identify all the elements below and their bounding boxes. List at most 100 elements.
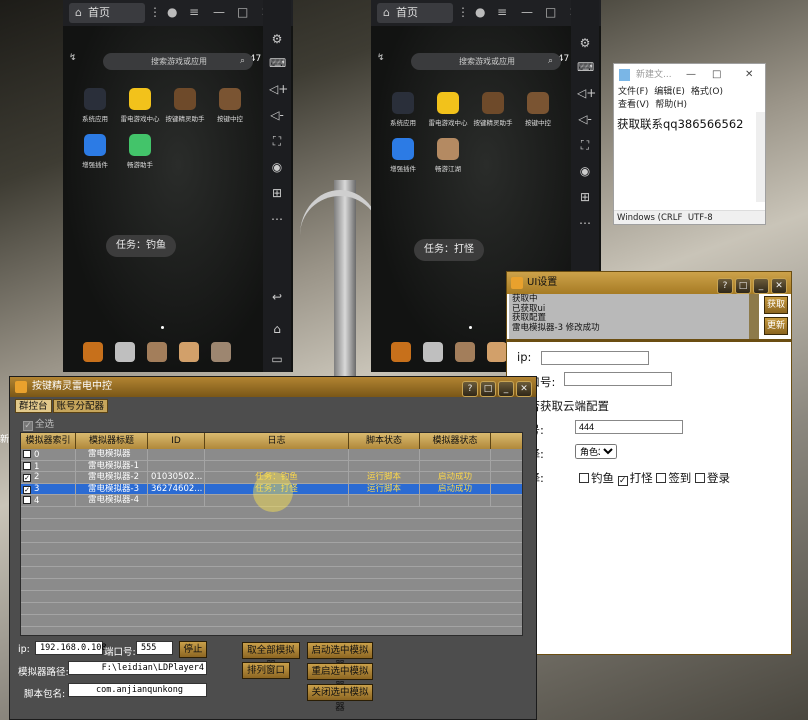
seq-input[interactable] bbox=[575, 420, 683, 434]
table-row[interactable]: 0 雷电模拟器 bbox=[21, 449, 522, 461]
app-anjian-control[interactable]: 按键中控 bbox=[210, 88, 250, 123]
search-bar[interactable]: 搜索游戏或应用 ⌕ bbox=[103, 53, 253, 70]
ip-input[interactable] bbox=[541, 351, 649, 365]
menu-format[interactable]: 格式(O) bbox=[691, 87, 723, 97]
minimize-icon[interactable]: _ bbox=[753, 278, 769, 294]
keyboard-icon[interactable]: ⌨ bbox=[269, 56, 286, 72]
task-signin-checkbox[interactable]: 签到 bbox=[656, 471, 691, 485]
add-icon[interactable]: ⊞ bbox=[577, 190, 593, 206]
menu-file[interactable]: 文件(F) bbox=[618, 87, 648, 97]
ui-log-box[interactable]: 获取中 已获取ui 获取配置 雷电模拟器-3 修改成功 bbox=[509, 294, 759, 339]
minimize-icon[interactable]: — bbox=[686, 64, 696, 86]
ip-input[interactable]: 192.168.0.108 bbox=[35, 641, 107, 655]
col-id[interactable]: ID bbox=[148, 433, 205, 449]
more-icon[interactable]: ⋮ bbox=[457, 5, 469, 19]
search-bar[interactable]: 搜索游戏或应用 ⌕ bbox=[411, 53, 561, 70]
volume-down-icon[interactable]: ◁- bbox=[577, 112, 593, 128]
row-checkbox[interactable] bbox=[23, 450, 31, 458]
app-system[interactable]: 系统应用 bbox=[383, 92, 423, 127]
update-button[interactable]: 更新 bbox=[764, 317, 788, 335]
notepad-text[interactable]: 获取联系qq386566562 bbox=[617, 116, 743, 132]
log-scrollbar[interactable] bbox=[749, 294, 759, 339]
keyboard-icon[interactable]: ⌨ bbox=[577, 60, 594, 76]
emulator-table[interactable]: 模拟器索引 模拟器标题 ID 日志 脚本状态 模拟器状态 0 雷电模拟器 1 雷… bbox=[20, 432, 523, 636]
package-input[interactable]: com.anjianqunkong bbox=[68, 683, 207, 697]
add-icon[interactable]: ⊞ bbox=[269, 186, 285, 202]
tab-account-allocator[interactable]: 账号分配器 bbox=[52, 399, 109, 413]
restore-icon[interactable]: □ bbox=[480, 381, 496, 397]
settings-icon[interactable]: ⚙ bbox=[577, 36, 593, 52]
notepad-window[interactable]: 新建文... — □ ✕ 文件(F) 编辑(E) 格式(O) 查看(V) 帮助(H) … bbox=[613, 63, 766, 225]
app-game-center[interactable]: 雷电游戏中心 bbox=[428, 92, 468, 127]
close-icon[interactable]: ✕ bbox=[516, 381, 532, 397]
get-button[interactable]: 获取 bbox=[764, 296, 788, 314]
dock-app-1[interactable] bbox=[391, 342, 411, 362]
close-icon[interactable]: ✕ bbox=[771, 278, 787, 294]
row-checkbox[interactable]: ✓ bbox=[23, 474, 31, 482]
dock-app-2[interactable] bbox=[423, 342, 443, 362]
col-log[interactable]: 日志 bbox=[205, 433, 349, 449]
task-login-checkbox[interactable]: 登录 bbox=[694, 471, 730, 485]
help-icon[interactable]: ? bbox=[717, 278, 733, 294]
app-game-center[interactable]: 雷电游戏中心 bbox=[120, 88, 160, 123]
row-checkbox[interactable]: ✓ bbox=[23, 485, 31, 494]
select-all-checkbox[interactable]: 全选 bbox=[23, 416, 54, 431]
dock-app-4[interactable] bbox=[179, 342, 199, 362]
tab-group-control[interactable]: 群控台 bbox=[15, 399, 52, 413]
account-icon[interactable]: ● bbox=[167, 5, 177, 19]
dock-app-3[interactable] bbox=[147, 342, 167, 362]
minimize-icon[interactable]: _ bbox=[498, 381, 514, 397]
menu-icon[interactable]: ≡ bbox=[189, 5, 199, 19]
dock-app-2[interactable] bbox=[115, 342, 135, 362]
fullscreen-icon[interactable]: ⛶ bbox=[577, 138, 593, 154]
close-icon[interactable]: ✕ bbox=[745, 64, 753, 86]
app-changyou[interactable]: 畅游助手 bbox=[120, 134, 160, 169]
menu-view[interactable]: 查看(V) bbox=[618, 100, 649, 110]
app-anjian[interactable]: 按键精灵助手 bbox=[165, 88, 205, 123]
arrange-windows-button[interactable]: 排列窗口 bbox=[242, 662, 290, 679]
close-selected-button[interactable]: 关闭选中模拟器 bbox=[307, 684, 373, 713]
menu-icon[interactable]: ≡ bbox=[497, 5, 507, 19]
maximize-icon[interactable]: □ bbox=[237, 5, 248, 19]
home-tab[interactable]: ⌂ 首页 bbox=[69, 3, 145, 23]
maximize-icon[interactable]: □ bbox=[712, 64, 721, 86]
role-select[interactable]: 角色3 bbox=[575, 444, 617, 459]
restart-selected-button[interactable]: 重启选中模拟器 bbox=[307, 663, 373, 692]
start-selected-button[interactable]: 启动选中模拟器 bbox=[307, 642, 373, 671]
app-anjian[interactable]: 按键精灵助手 bbox=[473, 92, 513, 127]
dock-app-1[interactable] bbox=[83, 342, 103, 362]
more-tools-icon[interactable]: ⋯ bbox=[577, 216, 593, 232]
menu-edit[interactable]: 编辑(E) bbox=[654, 87, 685, 97]
dock-app-4[interactable] bbox=[487, 342, 507, 362]
emulator-window-left[interactable]: ⌂首页 ⋮ ● ≡ — □ ✕ ↯ 2:47 搜索游戏或应用 ⌕ 系统应用 雷电… bbox=[63, 0, 293, 372]
record-icon[interactable]: ◉ bbox=[577, 164, 593, 180]
emulator-screen[interactable]: ↯ 2:47 搜索游戏或应用 ⌕ 系统应用 雷电游戏中心 按键精灵助手 按键中控… bbox=[63, 26, 293, 372]
maximize-icon[interactable]: □ bbox=[545, 5, 556, 19]
account-icon[interactable]: ● bbox=[475, 5, 485, 19]
minimize-icon[interactable]: — bbox=[521, 5, 533, 19]
get-all-emulators-button[interactable]: 取全部模拟器 bbox=[242, 642, 300, 671]
dock-app-3[interactable] bbox=[455, 342, 475, 362]
minimize-icon[interactable]: — bbox=[213, 5, 225, 19]
app-anjian-control[interactable]: 按键中控 bbox=[518, 92, 558, 127]
app-plugin[interactable]: 增强插件 bbox=[383, 138, 423, 173]
home-tab[interactable]: ⌂ 首页 bbox=[377, 3, 453, 23]
volume-up-icon[interactable]: ◁+ bbox=[577, 86, 596, 102]
more-tools-icon[interactable]: ⋯ bbox=[269, 212, 285, 228]
task-monster-checkbox[interactable]: 打怪 bbox=[617, 471, 653, 486]
dock-app-5[interactable] bbox=[211, 342, 231, 362]
settings-icon[interactable]: ⚙ bbox=[269, 32, 285, 48]
row-checkbox[interactable] bbox=[23, 461, 31, 470]
row-checkbox[interactable] bbox=[23, 496, 31, 504]
notepad-scrollbar[interactable] bbox=[756, 112, 765, 202]
port-input[interactable]: 555 bbox=[136, 641, 173, 655]
col-index[interactable]: 模拟器索引 bbox=[21, 433, 76, 449]
main-control-window[interactable]: 按键精灵雷电中控 ?□_✕ 群控台账号分配器 全选 模拟器索引 模拟器标题 ID… bbox=[9, 376, 537, 720]
menu-help[interactable]: 帮助(H) bbox=[655, 100, 687, 110]
col-emulator-status[interactable]: 模拟器状态 bbox=[420, 433, 491, 449]
path-input[interactable]: F:\leidian\LDPlayer4 bbox=[68, 661, 207, 675]
app-plugin[interactable]: 增强插件 bbox=[75, 134, 115, 169]
volume-down-icon[interactable]: ◁- bbox=[269, 108, 285, 124]
table-row[interactable]: 1 雷电模拟器-1 bbox=[21, 460, 522, 472]
port-input[interactable] bbox=[564, 372, 672, 386]
